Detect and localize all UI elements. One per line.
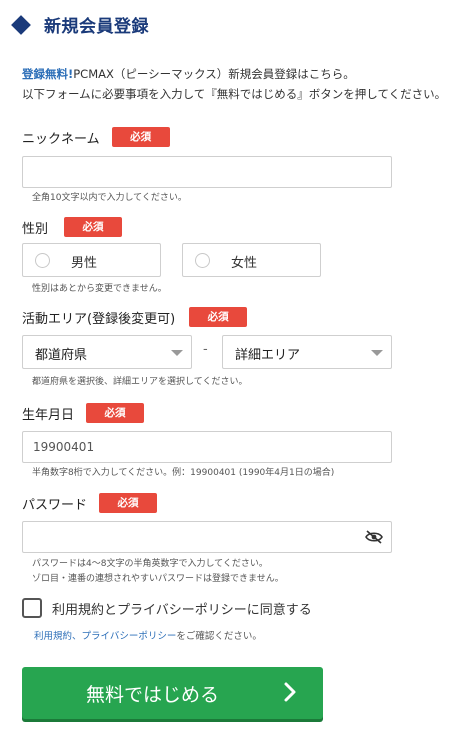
terms-confirm-text: をご確認ください。 — [176, 631, 262, 642]
birthdate-help: 半角数字8桁で入力してください。例：19900401 (1990年4月1日の場合… — [32, 468, 335, 478]
required-badge: 必須 — [99, 493, 158, 513]
birthdate-value: 19900401 — [33, 440, 95, 454]
chevron-right-icon — [284, 682, 296, 702]
terms-note: 利用規約、プライバシーポリシーをご確認ください。 — [34, 628, 262, 642]
gender-option-label: 女性 — [231, 256, 258, 271]
submit-button[interactable]: 無料ではじめる — [22, 667, 323, 719]
password-label: パスワード — [22, 497, 88, 513]
nickname-label-row: ニックネーム 必須 — [22, 127, 170, 147]
nickname-help: 全角10文字以内で入力してください。 — [32, 193, 187, 203]
agreement-checkbox[interactable] — [22, 598, 42, 618]
area-label: 活動エリア(登録後変更可) — [22, 311, 176, 327]
gender-option-male[interactable]: 男性 — [22, 243, 161, 277]
eye-slash-icon[interactable] — [365, 530, 383, 544]
birthdate-label: 生年月日 — [22, 407, 75, 423]
diamond-bullet-icon — [11, 14, 31, 35]
gender-label-row: 性別 必須 — [22, 217, 123, 237]
area-separator: - — [203, 342, 208, 357]
gender-option-female[interactable]: 女性 — [182, 243, 321, 277]
birthdate-label-row: 生年月日 必須 — [22, 403, 145, 423]
radio-icon — [35, 253, 50, 268]
password-help-1: パスワードは4～8文字の半角英数字で入力してください。 — [32, 559, 268, 569]
detail-area-select[interactable]: 詳細エリア — [222, 335, 392, 369]
detail-area-select-value: 詳細エリア — [235, 348, 301, 363]
intro-text: 登録無料!PCMAX（ピーシーマックス）新規会員登録はこちら。 以下フォームに必… — [22, 64, 446, 104]
password-input[interactable] — [22, 521, 392, 553]
nickname-input[interactable] — [22, 156, 392, 188]
area-label-row: 活動エリア(登録後変更可) 必須 — [22, 307, 248, 327]
radio-icon — [195, 253, 210, 268]
required-badge: 必須 — [86, 403, 145, 423]
nickname-label: ニックネーム — [22, 131, 100, 147]
terms-separator: 、 — [72, 631, 82, 642]
submit-button-label: 無料ではじめる — [85, 684, 219, 706]
prefecture-select[interactable]: 都道府県 — [22, 335, 192, 369]
intro-line1: PCMAX（ピーシーマックス）新規会員登録はこちら。 — [73, 67, 355, 81]
required-badge: 必須 — [64, 217, 123, 237]
password-help-2: ゾロ目・連番の連想されやすいパスワードは登録できません。 — [32, 574, 284, 584]
birthdate-input[interactable]: 19900401 — [22, 431, 392, 463]
intro-line2: 以下フォームに必要事項を入力して『無料ではじめる』ボタンを押してください。 — [22, 87, 447, 101]
chevron-down-icon — [171, 350, 183, 356]
required-badge: 必須 — [189, 307, 248, 327]
intro-accent: 登録無料! — [22, 67, 74, 81]
required-badge: 必須 — [111, 127, 170, 147]
gender-help: 性別はあとから変更できません。 — [32, 284, 167, 294]
agreement-row: 利用規約とプライバシーポリシーに同意する — [22, 598, 312, 618]
chevron-down-icon — [371, 350, 383, 356]
page-title-text: 新規会員登録 — [44, 17, 149, 37]
password-label-row: パスワード 必須 — [22, 493, 158, 513]
area-help: 都道府県を選択後、詳細エリアを選択してください。 — [32, 377, 248, 387]
page-title: 新規会員登録 — [11, 12, 149, 37]
gender-option-label: 男性 — [71, 256, 98, 271]
privacy-policy-link[interactable]: プライバシーポリシー — [82, 631, 177, 642]
prefecture-select-value: 都道府県 — [35, 348, 88, 363]
terms-link[interactable]: 利用規約 — [34, 631, 72, 642]
gender-label: 性別 — [22, 221, 49, 237]
agreement-label: 利用規約とプライバシーポリシーに同意する — [52, 602, 312, 618]
